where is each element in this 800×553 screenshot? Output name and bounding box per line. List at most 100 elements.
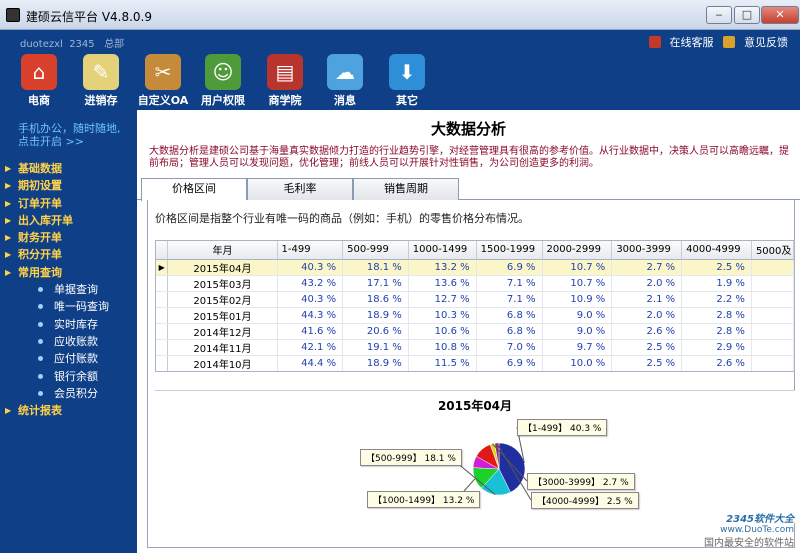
grid-header-0[interactable]: 年月 xyxy=(167,241,278,260)
grid-cell: 11.5 % xyxy=(408,355,477,371)
headset-icon xyxy=(648,36,661,48)
sidebar-item-initial-setup[interactable]: 期初设置 xyxy=(0,177,137,194)
table-row[interactable]: 2014年10月 44.4 % 18.9 % 11.5 % 6.9 % 10.0 % 2.5… xyxy=(156,355,794,371)
grid-cell: 2015年03月 xyxy=(167,275,278,292)
user-id: 2345 xyxy=(69,39,95,50)
nav-item-2[interactable]: ✂ 自定义OA xyxy=(132,54,194,108)
grid-cell xyxy=(751,307,794,324)
grid-header-6[interactable]: 3000-3999 xyxy=(611,241,683,260)
user-info: duotezxl 2345 总部 xyxy=(20,35,124,50)
row-indicator xyxy=(156,275,169,292)
table-row[interactable]: 2015年03月 43.2 % 17.1 % 13.6 % 7.1 % 10.7 % 2.0… xyxy=(156,275,794,292)
sidebar-sub-code-query[interactable]: 唯一码查询 xyxy=(0,298,137,315)
sidebar-sub-bank[interactable]: 银行余额 xyxy=(0,368,137,385)
grid-cell: 2015年01月 xyxy=(167,307,278,324)
sidebar-sub-inventory[interactable]: 实时库存 xyxy=(0,316,137,333)
row-indicator xyxy=(156,291,169,308)
download-icon: ⬇ xyxy=(389,54,425,90)
grid-header-2[interactable]: 500-999 xyxy=(342,241,409,260)
sidebar-sub-doc-query[interactable]: 单据查询 xyxy=(0,281,137,298)
watermark-brand: 2345软件大全 xyxy=(726,514,794,525)
notebook-icon: ✎ xyxy=(83,54,119,90)
nav-label: 商学院 xyxy=(268,94,302,107)
sidebar-menu: 基础数据 期初设置 订单开单 出入库开单 财务开单 积分开单 常用查询 单据查询… xyxy=(0,160,137,419)
tab-sales-cycle[interactable]: 销售周期 xyxy=(353,178,459,200)
table-row[interactable]: ▶ 2015年04月 40.3 % 18.1 % 13.2 % 6.9 % 10.7 % 2.… xyxy=(156,259,794,276)
tools-icon: ✂ xyxy=(145,54,181,90)
sidebar-sub-member-points[interactable]: 会员积分 xyxy=(0,385,137,402)
nav-item-1[interactable]: ✎ 进销存 xyxy=(70,54,132,108)
grid-cell: 17.1 % xyxy=(342,275,409,292)
nav-item-6[interactable]: ⬇ 其它 xyxy=(376,54,438,108)
row-indicator xyxy=(156,355,169,371)
minimize-button[interactable]: ‒ xyxy=(706,6,732,24)
close-button[interactable]: ✕ xyxy=(761,6,799,24)
sidebar-item-order[interactable]: 订单开单 xyxy=(0,195,137,212)
page-title: 大数据分析 xyxy=(430,120,506,138)
grid-header-1[interactable]: 1-499 xyxy=(277,241,344,260)
sidebar-item-reports[interactable]: 统计报表 xyxy=(0,402,137,419)
pie-label-1000-1499: 【1000-1499】 13.2 % xyxy=(367,491,481,508)
grid-cell: 10.7 % xyxy=(542,259,613,276)
maximize-button[interactable]: □ xyxy=(734,6,760,24)
grid-cell: 2.5 % xyxy=(611,339,683,356)
grid-cell: 13.2 % xyxy=(408,259,477,276)
grid-cell: 10.6 % xyxy=(408,323,477,340)
tab-gross-margin[interactable]: 毛利率 xyxy=(247,178,353,200)
nav-item-0[interactable]: ⌂ 电商 xyxy=(8,54,70,108)
grid-cell: 2.5 % xyxy=(681,259,752,276)
book-icon: ▤ xyxy=(267,54,303,90)
grid-cell: 2.8 % xyxy=(681,307,752,324)
grid-cell: 2.2 % xyxy=(681,291,752,308)
online-service-link[interactable]: 在线客服 xyxy=(648,36,714,49)
nav-item-4[interactable]: ▤ 商学院 xyxy=(254,54,316,108)
nav-item-5[interactable]: ☁ 消息 xyxy=(314,54,376,108)
nav-label: 自定义OA xyxy=(137,94,189,107)
grid-cell: 1.9 % xyxy=(681,275,752,292)
grid-cell: 44.3 % xyxy=(277,307,344,324)
grid-cell: 2.6 % xyxy=(611,323,683,340)
sidebar-sub-receivable[interactable]: 应收账款 xyxy=(0,333,137,350)
grid-header-8[interactable]: 5000及 xyxy=(751,241,794,260)
grid-cell: 2.9 % xyxy=(681,339,752,356)
grid-cell: 9.0 % xyxy=(542,307,613,324)
sidebar-item-points[interactable]: 积分开单 xyxy=(0,246,137,263)
grid-cell: 6.9 % xyxy=(476,355,543,371)
grid-header-3[interactable]: 1000-1499 xyxy=(408,241,477,260)
grid-header-4[interactable]: 1500-1999 xyxy=(476,241,543,260)
table-row[interactable]: 2014年11月 42.1 % 19.1 % 10.8 % 7.0 % 9.7 % 2.5 … xyxy=(156,339,794,356)
data-grid[interactable]: 年月 1-499 500-999 1000-1499 1500-1999 2000-299… xyxy=(155,240,795,372)
grid-cell xyxy=(751,259,794,276)
table-row[interactable]: 2015年02月 40.3 % 18.6 % 12.7 % 7.1 % 10.9 % 2.1… xyxy=(156,291,794,308)
sidebar-sub-payable[interactable]: 应付账款 xyxy=(0,350,137,367)
sidebar-item-finance[interactable]: 财务开单 xyxy=(0,229,137,246)
table-row[interactable]: 2015年01月 44.3 % 18.9 % 10.3 % 6.8 % 9.0 % 2.0 … xyxy=(156,307,794,324)
sidebar: 手机办公，随时随地, 点击开启 >> 基础数据 期初设置 订单开单 出入库开单 … xyxy=(0,110,137,553)
grid-cell: 2.6 % xyxy=(681,355,752,371)
grid-cell: 12.7 % xyxy=(408,291,477,308)
nav-item-3[interactable]: ☺ 用户权限 xyxy=(192,54,254,108)
grid-cell: 2014年11月 xyxy=(167,339,278,356)
table-row[interactable]: 2014年12月 41.6 % 20.6 % 10.6 % 6.8 % 9.0 % 2.6 … xyxy=(156,323,794,340)
sidebar-item-basic-data[interactable]: 基础数据 xyxy=(0,160,137,177)
grid-header-5[interactable]: 2000-2999 xyxy=(542,241,613,260)
grid-cell: 10.0 % xyxy=(542,355,613,371)
feedback-link[interactable]: 意见反馈 xyxy=(723,36,788,49)
nav-label: 消息 xyxy=(334,94,356,107)
grid-cell: 7.1 % xyxy=(476,275,543,292)
mobile-office-link[interactable]: 手机办公，随时随地, 点击开启 >> xyxy=(0,122,137,148)
nav-label: 电商 xyxy=(28,94,50,107)
grid-header-7[interactable]: 4000-4999 xyxy=(681,241,752,260)
sidebar-item-common-query[interactable]: 常用查询 xyxy=(0,264,137,281)
title-bar: 建硕云信平台 V4.8.0.9 ‒ □ ✕ xyxy=(0,0,800,30)
sidebar-item-stock-in-out[interactable]: 出入库开单 xyxy=(0,212,137,229)
grid-cell: 7.0 % xyxy=(476,339,543,356)
window-title: 建硕云信平台 V4.8.0.9 xyxy=(26,10,153,24)
nav-label: 用户权限 xyxy=(201,94,245,107)
tab-price-range[interactable]: 价格区间 xyxy=(141,178,247,201)
grid-cell: 40.3 % xyxy=(277,291,344,308)
grid-cell: 2.5 % xyxy=(611,355,683,371)
user-branch: 总部 xyxy=(104,39,125,50)
grid-cell: 6.9 % xyxy=(476,259,543,276)
user-name: duotezxl xyxy=(20,39,63,50)
